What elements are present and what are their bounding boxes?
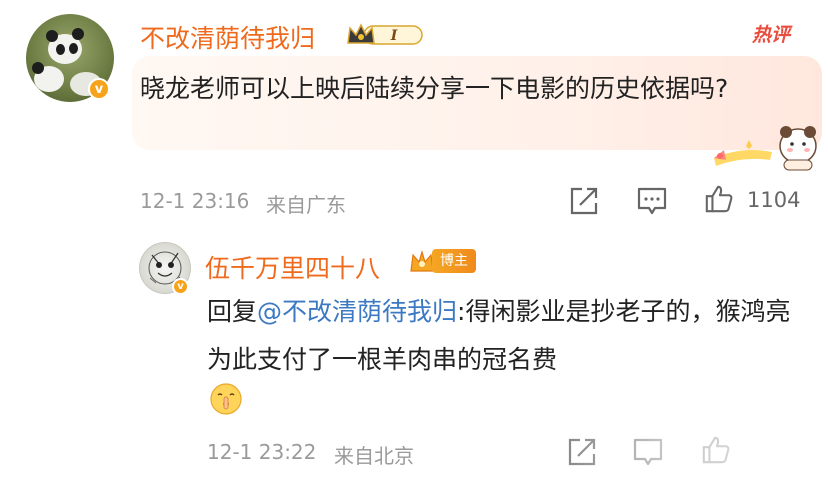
panda-ear (72, 28, 84, 40)
panda-eye (69, 43, 78, 54)
panda-ear (46, 30, 58, 42)
decoration-sticker-icon (714, 126, 817, 171)
like-icon[interactable] (703, 184, 735, 214)
hot-comment-tag: 热评 (752, 24, 791, 46)
reply-prefix: 回复 (207, 297, 258, 326)
comment-text: 晓龙老师可以上映后陆续分享一下电影的历史依据吗? (140, 74, 729, 103)
commenter-username[interactable]: 不改清荫待我归 (140, 19, 315, 55)
share-icon[interactable] (568, 186, 600, 216)
comment-timestamp: 12-1 23:16 (140, 189, 250, 213)
verified-badge-icon: v (172, 278, 189, 295)
replier-username[interactable]: 伍千万里四十八 (205, 249, 380, 285)
reply-text: 回复@不改清荫待我归:得闲影业是抄老子的，猴鸿亮为此支付了一根羊肉串的冠名费 (207, 288, 807, 384)
mention-link[interactable]: @不改清荫待我归 (257, 297, 457, 326)
panda-eye (56, 44, 65, 55)
panda-ear (32, 62, 44, 74)
bottom-fade-overlay (560, 430, 828, 482)
like-count: 1104 (747, 188, 801, 212)
fan-level-badge[interactable]: I (346, 22, 424, 48)
reply-timestamp: 12-1 23:22 (207, 440, 317, 464)
comment-location: 来自广东 (266, 193, 346, 217)
reply-location: 来自北京 (334, 444, 414, 468)
comment-icon[interactable] (636, 186, 668, 216)
svg-text:I: I (390, 28, 398, 44)
shush-emoji (210, 383, 242, 415)
verified-badge-icon: v (88, 78, 110, 100)
author-badge: 博主 (408, 247, 476, 275)
author-badge-label: 博主 (432, 249, 476, 273)
